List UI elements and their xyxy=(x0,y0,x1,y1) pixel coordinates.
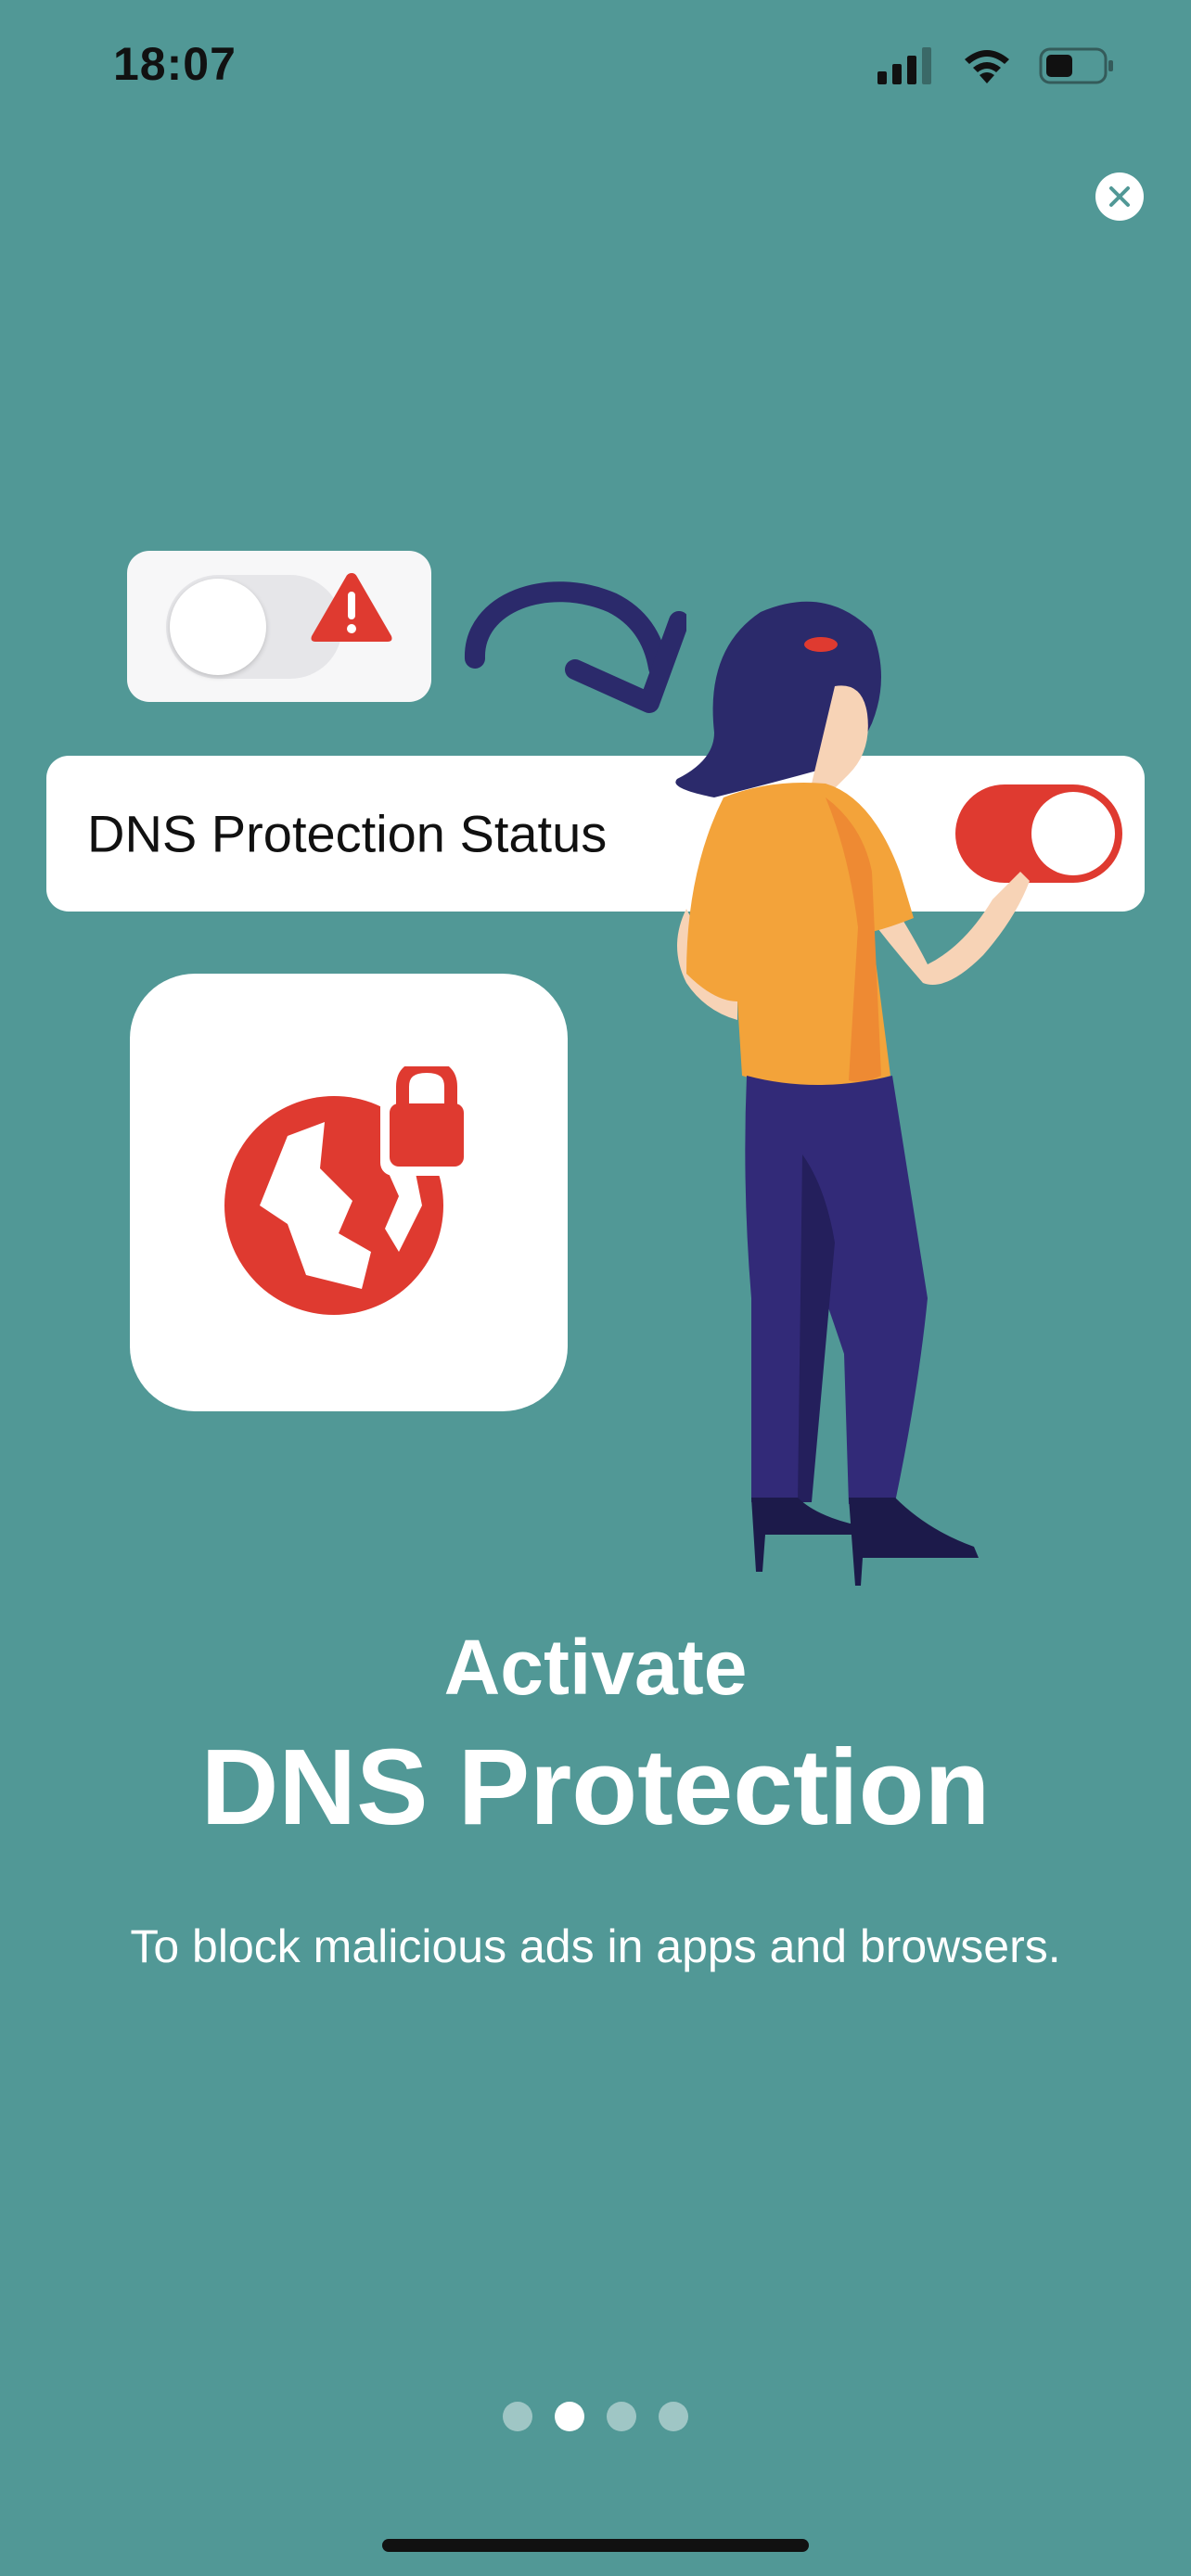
wifi-icon xyxy=(965,50,1009,83)
headline-line2: DNS Protection xyxy=(200,1727,991,1847)
status-icons xyxy=(877,46,1115,85)
toggle-knob xyxy=(170,579,266,675)
home-indicator[interactable] xyxy=(382,2539,809,2552)
status-time: 18:07 xyxy=(113,38,237,90)
page-dot-1[interactable] xyxy=(503,2402,532,2431)
status-bar: 18:07 xyxy=(0,0,1191,139)
page-dot-4[interactable] xyxy=(659,2402,688,2431)
toggle-knob-on xyxy=(1031,792,1115,875)
close-button[interactable] xyxy=(1095,172,1144,221)
cellular-signal-icon xyxy=(877,47,931,84)
globe-lock-icon xyxy=(224,1066,473,1315)
close-icon xyxy=(1109,186,1130,207)
toggle-off-card xyxy=(127,551,431,702)
headline-line1: Activate xyxy=(443,1624,748,1711)
battery-icon xyxy=(1039,47,1113,84)
dns-status-label: DNS Protection Status xyxy=(87,804,608,863)
person-illustration xyxy=(675,601,1030,1586)
warning-icon xyxy=(311,573,392,642)
globe-lock-card xyxy=(130,974,568,1411)
page-dot-2[interactable] xyxy=(555,2402,584,2431)
page-indicator xyxy=(0,2402,1191,2431)
subtitle-text: To block malicious ads in apps and brows… xyxy=(130,1920,1061,1972)
page-dot-3[interactable] xyxy=(607,2402,636,2431)
